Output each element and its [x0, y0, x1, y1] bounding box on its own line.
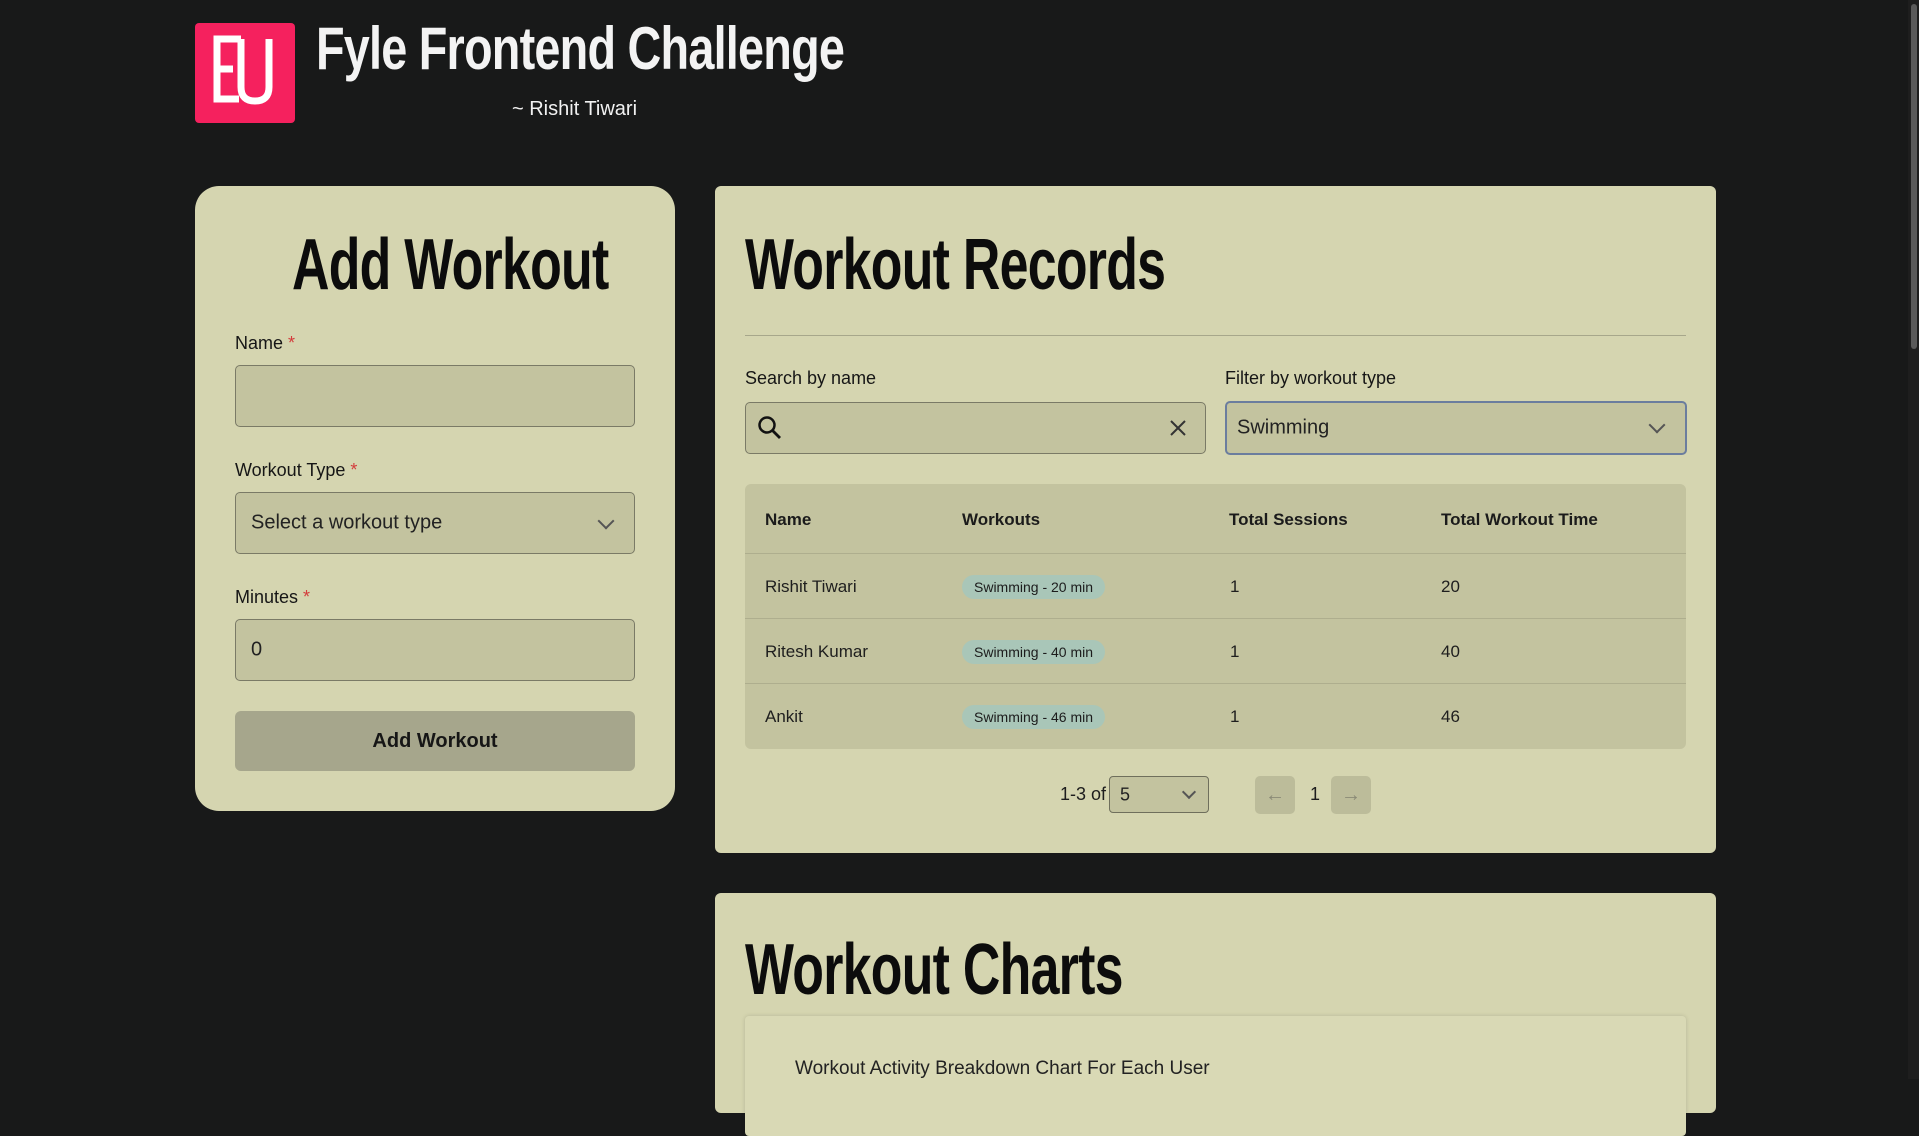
next-page-button[interactable]: → [1331, 776, 1371, 814]
workout-chip: Swimming - 20 min [962, 574, 1106, 599]
app-title: Fyle Frontend Challenge [316, 15, 845, 82]
workout-charts-title: Workout Charts [745, 930, 1124, 1010]
required-mark: * [288, 333, 296, 353]
cell-sessions: 1 [1230, 576, 1240, 596]
scrollbar-thumb[interactable] [1911, 4, 1917, 349]
column-header-total-workout-time: Total Workout Time [1441, 510, 1598, 529]
workout-type-filter[interactable]: Swimming [1225, 401, 1687, 455]
table-row[interactable]: Rishit Tiwari Swimming - 20 min 1 20 [745, 553, 1686, 619]
name-label: Name * [235, 333, 296, 353]
add-workout-title: Add Workout [292, 225, 609, 305]
workout-chip: Swimming - 46 min [962, 704, 1106, 729]
logo-mark-icon [213, 35, 273, 105]
required-mark: * [350, 460, 358, 480]
search-icon [758, 416, 781, 439]
filter-label: Filter by workout type [1225, 368, 1397, 388]
column-header-name: Name [765, 510, 812, 529]
workout-type-select[interactable]: Select a workout type [235, 492, 635, 554]
chart-container: Workout Activity Breakdown Chart For Eac… [745, 1016, 1686, 1136]
arrow-left-icon: ← [1265, 784, 1285, 806]
cell-time: 40 [1441, 641, 1460, 661]
table-row[interactable]: Ankit Swimming - 46 min 1 46 [745, 683, 1686, 749]
search-label: Search by name [745, 368, 877, 388]
previous-page-button[interactable]: ← [1255, 776, 1295, 814]
cell-sessions: 1 [1230, 706, 1240, 726]
name-input[interactable] [235, 365, 635, 427]
search-input[interactable] [745, 402, 1206, 454]
cell-name: Ankit [765, 706, 803, 726]
cell-name: Rishit Tiwari [765, 576, 857, 596]
cell-time: 46 [1441, 706, 1460, 726]
workout-records-title: Workout Records [745, 225, 1166, 305]
workout-charts-card: Workout Charts Workout Activity Breakdow… [715, 893, 1716, 1136]
table-row[interactable]: Ritesh Kumar Swimming - 40 min 1 40 [745, 618, 1686, 684]
minutes-label: Minutes * [235, 587, 311, 607]
divider [745, 335, 1686, 336]
cell-time: 20 [1441, 576, 1460, 596]
cell-name: Ritesh Kumar [765, 641, 868, 661]
workout-records-card: Workout Records Search by name Filter by… [715, 186, 1716, 853]
chevron-down-icon [1181, 784, 1197, 800]
workout-type-label: Workout Type * [235, 460, 358, 480]
chevron-down-icon [597, 512, 615, 530]
app-logo [195, 23, 295, 123]
workout-records-table: Name Workouts Total Sessions Total Worko… [745, 484, 1686, 749]
workout-chip: Swimming - 40 min [962, 639, 1106, 664]
chart-title: Workout Activity Breakdown Chart For Eac… [795, 1058, 1210, 1079]
page-scrollbar[interactable] [1908, 0, 1919, 1079]
column-header-total-sessions: Total Sessions [1229, 510, 1348, 529]
add-workout-button[interactable]: Add Workout [235, 711, 635, 771]
clear-icon[interactable] [1169, 419, 1187, 437]
column-header-workouts: Workouts [962, 510, 1041, 529]
minutes-input[interactable]: 0 [235, 619, 635, 681]
chevron-down-icon [1648, 416, 1666, 434]
cell-sessions: 1 [1230, 641, 1240, 661]
required-mark: * [303, 587, 311, 607]
current-page: 1 [1310, 784, 1321, 804]
page-size-select[interactable]: 5 [1109, 776, 1209, 813]
arrow-right-icon: → [1341, 784, 1361, 806]
app-author: ~ Rishit Tiwari [512, 98, 638, 120]
add-workout-card: Add Workout Name * Workout Type * Select… [195, 186, 675, 811]
